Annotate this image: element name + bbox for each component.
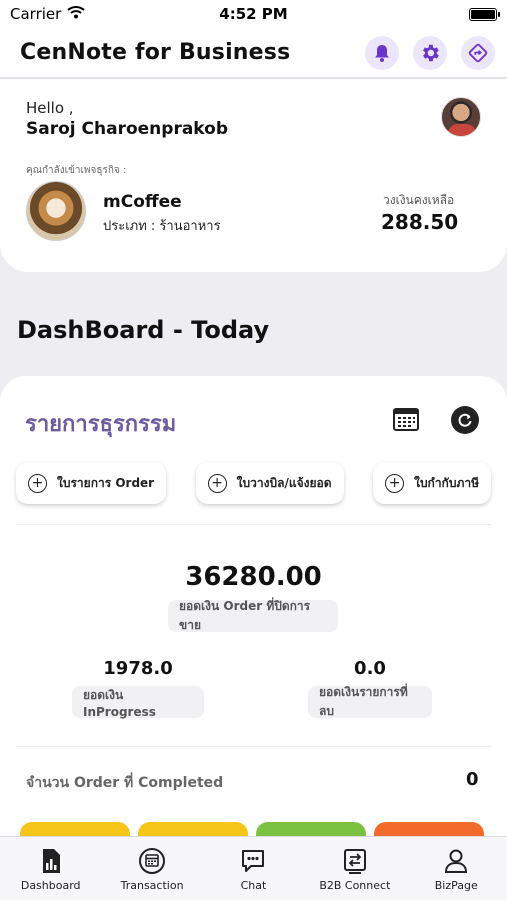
share-diamond-icon bbox=[468, 43, 488, 62]
status-bar: Carrier 4:52 PM bbox=[0, 0, 507, 28]
new-tax-invoice-label: ใบกำกับภาษี bbox=[414, 475, 479, 490]
business-caption: คุณกำลังเข้าเพจธุรกิจ : bbox=[26, 165, 127, 176]
deleted-label: ยอดเงินรายการที่ลบ bbox=[308, 685, 432, 718]
refresh-icon bbox=[458, 413, 472, 427]
app-title: CenNote for Business bbox=[20, 40, 291, 65]
notifications-button[interactable] bbox=[365, 35, 399, 70]
app-bar: CenNote for Business bbox=[0, 28, 507, 78]
tab-label: Chat bbox=[240, 879, 267, 892]
in-progress-value: 1978.0 bbox=[103, 658, 173, 679]
status-summary-strip bbox=[20, 822, 490, 836]
tab-label: B2B Connect bbox=[319, 879, 391, 892]
share-button[interactable] bbox=[461, 35, 495, 70]
status-pill[interactable] bbox=[138, 822, 248, 836]
tab-bizpage[interactable]: BizPage bbox=[408, 847, 504, 892]
section-title: รายการธุรกรรม bbox=[25, 412, 177, 437]
business-type: ประเภท : ร้านอาหาร bbox=[103, 219, 221, 234]
tab-transaction[interactable]: Transaction bbox=[104, 847, 200, 892]
dashboard-title: DashBoard - Today bbox=[17, 316, 270, 344]
credit-value: 288.50 bbox=[381, 210, 459, 234]
business-name: mCoffee bbox=[103, 192, 182, 212]
order-total-value: 36280.00 bbox=[185, 562, 322, 592]
wifi-icon bbox=[67, 5, 85, 23]
plus-circle-icon: + bbox=[385, 473, 405, 493]
new-invoice-button[interactable]: + ใบวางบิล/แจ้งยอด bbox=[195, 462, 344, 504]
user-name: Saroj Charoenprakob bbox=[26, 119, 228, 139]
deleted-value: 0.0 bbox=[354, 658, 386, 679]
divider bbox=[16, 524, 491, 525]
credit-label: วงเงินคงเหลือ bbox=[383, 193, 455, 207]
new-order-button[interactable]: + ใบรายการ Order bbox=[16, 462, 167, 504]
calendar-button[interactable] bbox=[392, 406, 420, 432]
transactions-card: รายการธุรกรรม + ใบรายการ Order + ใบวางบิ… bbox=[0, 376, 507, 836]
plus-circle-icon: + bbox=[28, 473, 47, 493]
tab-b2b-connect[interactable]: B2B Connect bbox=[307, 847, 403, 892]
business-logo[interactable] bbox=[26, 181, 86, 241]
carrier-label: Carrier bbox=[10, 5, 62, 23]
gear-icon bbox=[423, 44, 439, 61]
new-tax-invoice-button[interactable]: + ใบกำกับภาษี bbox=[373, 462, 491, 504]
refresh-button[interactable] bbox=[451, 406, 479, 434]
calendar-icon bbox=[393, 408, 419, 431]
divider bbox=[16, 746, 491, 747]
avatar[interactable] bbox=[441, 97, 481, 137]
new-invoice-label: ใบวางบิล/แจ้งยอด bbox=[236, 475, 332, 490]
status-pill[interactable] bbox=[256, 822, 366, 836]
exchange-icon bbox=[343, 849, 366, 874]
greeting: Hello , bbox=[26, 99, 74, 117]
status-pill[interactable] bbox=[374, 822, 484, 836]
tab-label: BizPage bbox=[434, 879, 478, 892]
chart-doc-icon bbox=[42, 849, 60, 873]
in-progress-label: ยอดเงิน InProgress bbox=[72, 686, 204, 719]
order-total-label: ยอดเงิน Order ที่ปิดการขาย bbox=[168, 599, 338, 632]
tab-bar: Dashboard Transaction Chat B2B Connect B… bbox=[0, 836, 507, 900]
battery-icon bbox=[469, 7, 500, 21]
new-order-label: ใบรายการ Order bbox=[57, 475, 155, 490]
settings-button[interactable] bbox=[413, 35, 447, 70]
completed-label: จำนวน Order ที่ Completed bbox=[26, 775, 224, 791]
calendar-circle-icon bbox=[139, 848, 166, 874]
tab-label: Transaction bbox=[120, 879, 184, 892]
tab-label: Dashboard bbox=[20, 879, 81, 892]
bell-icon bbox=[375, 44, 389, 62]
status-pill[interactable] bbox=[20, 822, 130, 836]
plus-circle-icon: + bbox=[207, 473, 227, 493]
tab-chat[interactable]: Chat bbox=[205, 847, 301, 892]
person-icon bbox=[445, 849, 468, 873]
profile-card: Hello , Saroj Charoenprakob คุณกำลังเข้า… bbox=[0, 79, 507, 272]
tab-dashboard[interactable]: Dashboard bbox=[3, 847, 99, 892]
completed-value: 0 bbox=[466, 769, 479, 790]
chat-bubble-icon bbox=[242, 850, 265, 872]
